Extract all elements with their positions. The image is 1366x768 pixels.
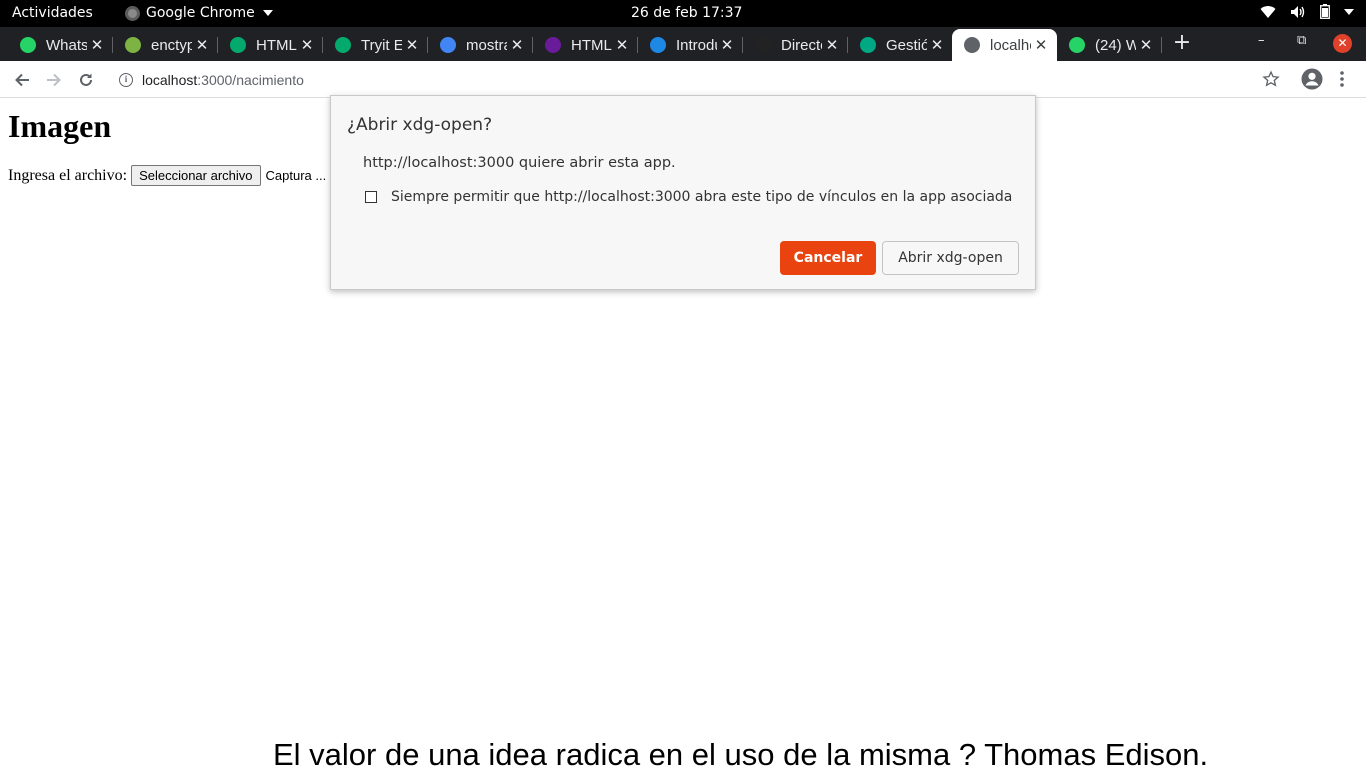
close-tab-icon[interactable]: ✕ xyxy=(612,36,632,54)
tab-title: Gestión xyxy=(886,36,927,54)
chart-icon xyxy=(860,37,876,53)
tab-title: mostrar xyxy=(466,36,507,54)
tab-title: WhatsApp xyxy=(46,36,87,54)
arrow-left-icon xyxy=(15,73,29,87)
browser-tab[interactable]: Directorio✕ xyxy=(743,29,848,61)
w3schools-icon xyxy=(230,37,246,53)
restore-button[interactable]: ⧉ xyxy=(1297,33,1306,48)
minimize-button[interactable]: – xyxy=(1258,33,1265,48)
browser-tab[interactable]: localhost✕ xyxy=(952,29,1057,61)
close-tab-icon[interactable]: ✕ xyxy=(507,36,527,54)
browser-tab[interactable]: enctype✕ xyxy=(113,29,218,61)
close-tab-icon[interactable]: ✕ xyxy=(87,36,107,54)
profile-avatar-icon[interactable] xyxy=(1301,68,1323,94)
dialog-message: http://localhost:3000 quiere abrir esta … xyxy=(363,155,676,171)
tab-title: Tryit Editor xyxy=(361,36,402,54)
tab-title: Directorio xyxy=(781,36,822,54)
puzzle-icon xyxy=(125,37,141,53)
close-tab-icon[interactable]: ✕ xyxy=(297,36,317,54)
globe-icon xyxy=(964,37,980,53)
activities-button[interactable]: Actividades xyxy=(12,5,93,21)
url-text: localhost:3000/nacimiento xyxy=(142,71,304,88)
close-tab-icon[interactable]: ✕ xyxy=(1031,36,1051,54)
close-tab-icon[interactable]: ✕ xyxy=(192,36,212,54)
tab-title: localhost xyxy=(990,36,1031,54)
browser-tab[interactable]: (24) WhatsApp✕ xyxy=(1057,29,1162,61)
selected-file-name: Captura ... xyxy=(265,168,327,183)
tab-title: HTML xyxy=(256,36,297,54)
browser-tab[interactable]: mostrar✕ xyxy=(428,29,533,61)
tab-strip: WhatsApp✕enctype✕HTML✕Tryit Editor✕mostr… xyxy=(0,27,1366,61)
close-tab-icon[interactable]: ✕ xyxy=(1136,36,1156,54)
address-bar[interactable]: i localhost:3000/nacimiento xyxy=(108,64,1293,95)
page-heading: Imagen xyxy=(8,108,112,144)
dialog-title: ¿Abrir xdg-open? xyxy=(347,115,493,135)
whatsapp-icon xyxy=(1069,37,1085,53)
browser-toolbar: i localhost:3000/nacimiento xyxy=(0,61,1366,98)
dot-icon xyxy=(650,37,666,53)
new-tab-button[interactable]: + xyxy=(1170,31,1194,55)
system-top-bar: Actividades Google Chrome 26 de feb 17:3… xyxy=(0,0,1366,27)
menu-kebab-icon[interactable] xyxy=(1339,70,1345,92)
back-button[interactable] xyxy=(10,68,34,92)
choose-file-button[interactable]: Seleccionar archivo xyxy=(131,165,261,186)
whatsapp-icon xyxy=(20,37,36,53)
chevron-down-icon xyxy=(1344,8,1354,16)
bookmark-star-icon[interactable] xyxy=(1262,70,1280,92)
system-tray[interactable] xyxy=(1260,4,1354,19)
caret-down-icon xyxy=(262,10,273,16)
chrome-icon xyxy=(125,5,140,21)
always-allow-checkbox[interactable] xyxy=(365,191,377,203)
browser-tab[interactable]: WhatsApp✕ xyxy=(8,29,113,61)
arrow-right-icon xyxy=(47,73,61,87)
wifi-icon xyxy=(1260,5,1276,19)
s-icon xyxy=(545,37,561,53)
overlay-quote-caption: El valor de una idea radica en el uso de… xyxy=(273,737,1209,768)
close-tab-icon[interactable]: ✕ xyxy=(717,36,737,54)
google-icon xyxy=(440,37,456,53)
open-app-dialog: ¿Abrir xdg-open? http://localhost:3000 q… xyxy=(330,95,1036,290)
volume-icon xyxy=(1290,5,1306,19)
close-window-button[interactable]: ✕ xyxy=(1333,34,1352,53)
tab-title: (24) WhatsApp xyxy=(1095,36,1136,54)
tab-title: HTML xyxy=(571,36,612,54)
browser-tab[interactable]: Introducción✕ xyxy=(638,29,743,61)
clock[interactable]: 26 de feb 17:37 xyxy=(631,5,742,21)
browser-tab[interactable]: Gestión✕ xyxy=(848,29,953,61)
app-menu-label: Google Chrome xyxy=(146,5,255,21)
file-input-label: Ingresa el archivo: xyxy=(8,166,128,184)
cancel-button[interactable]: Cancelar xyxy=(780,241,876,275)
tab-title: Introducción xyxy=(676,36,717,54)
browser-tab[interactable]: HTML ✕ xyxy=(218,29,323,61)
close-tab-icon[interactable]: ✕ xyxy=(927,36,947,54)
battery-icon xyxy=(1320,4,1330,19)
reload-icon xyxy=(80,73,92,86)
file-input-row: Ingresa el archivo: Seleccionar archivo … xyxy=(8,165,326,186)
always-allow-label[interactable]: Siempre permitir que http://localhost:30… xyxy=(391,189,1012,205)
close-tab-icon[interactable]: ✕ xyxy=(402,36,422,54)
always-allow-checkbox-row[interactable]: Siempre permitir que http://localhost:30… xyxy=(365,189,1012,205)
browser-tab[interactable]: HTML ✕ xyxy=(533,29,638,61)
w3schools-icon xyxy=(335,37,351,53)
forward-button[interactable] xyxy=(42,68,66,92)
open-xdg-button[interactable]: Abrir xdg-open xyxy=(882,241,1019,275)
ex-icon xyxy=(755,37,771,53)
tab-separator xyxy=(1161,37,1162,53)
reload-button[interactable] xyxy=(74,68,98,92)
app-menu[interactable]: Google Chrome xyxy=(125,5,273,21)
tab-title: enctype xyxy=(151,36,192,54)
info-icon[interactable]: i xyxy=(119,72,133,87)
browser-tab[interactable]: Tryit Editor✕ xyxy=(323,29,428,61)
close-tab-icon[interactable]: ✕ xyxy=(822,36,842,54)
